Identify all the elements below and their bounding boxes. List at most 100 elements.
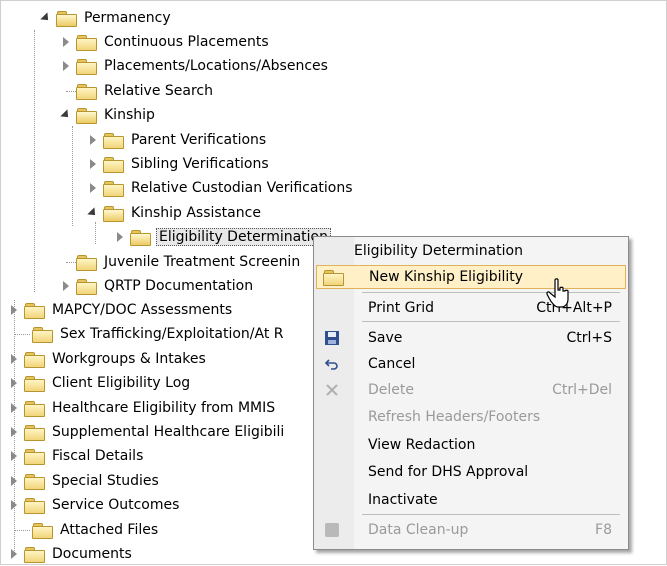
tree-node-kinship[interactable]: Kinship [60, 103, 157, 127]
menu-item-inactivate[interactable]: Inactivate [316, 488, 624, 512]
folder-icon [76, 278, 97, 295]
folder-icon [103, 156, 124, 173]
tree-node-client-eligibility-log[interactable]: Client Eligibility Log [8, 371, 192, 395]
folder-icon [76, 254, 97, 271]
folder-icon [24, 351, 45, 368]
tree-node-label: Workgroups & Intakes [52, 351, 206, 367]
menu-separator [362, 292, 620, 293]
expand-icon[interactable] [60, 30, 72, 54]
menu-item-label: Send for DHS Approval [368, 464, 529, 480]
folder-icon [103, 180, 124, 197]
menu-item-shortcut: Ctrl+Del [552, 382, 612, 398]
tree-node-fiscal-details[interactable]: Fiscal Details [8, 444, 145, 468]
tree-node-qrtp-documentation[interactable]: QRTP Documentation [60, 274, 255, 298]
tree-node-workgroups[interactable]: Workgroups & Intakes [8, 347, 208, 371]
tree-node-label: Attached Files [60, 522, 159, 538]
tree-node-permanency[interactable]: Permanency [40, 6, 173, 30]
tree-node-sibling-verifications[interactable]: Sibling Verifications [87, 152, 271, 176]
tree-node-healthcare-mmis[interactable]: Healthcare Eligibility from MMIS [8, 396, 277, 420]
tree-node-attached-files[interactable]: Attached Files [32, 518, 160, 542]
tree-node-label: Special Studies [52, 473, 159, 489]
collapse-icon[interactable] [60, 103, 72, 127]
expand-icon[interactable] [8, 396, 20, 420]
tree-node-mapcy-doc[interactable]: MAPCY/DOC Assessments [8, 298, 234, 322]
menu-item-cancel[interactable]: Cancel [316, 352, 624, 376]
expand-icon[interactable] [87, 176, 99, 200]
expand-icon[interactable] [8, 420, 20, 444]
folder-open-icon [76, 107, 97, 124]
tree-node-eligibility-determination[interactable]: Eligibility Determination [114, 225, 331, 249]
tree-node-special-studies[interactable]: Special Studies [8, 469, 161, 493]
folder-icon [76, 58, 97, 75]
menu-item-label: Delete [368, 382, 414, 398]
tree-node-supplemental-healthcare[interactable]: Supplemental Healthcare Eligibili [8, 420, 286, 444]
tree-node-label: MAPCY/DOC Assessments [52, 302, 233, 318]
tree-node-label: Permanency [84, 10, 171, 26]
tree-node-kinship-assistance[interactable]: Kinship Assistance [87, 201, 263, 225]
menu-item-label: Save [368, 330, 403, 346]
tree-connector [72, 126, 73, 226]
tree-node-label: Client Eligibility Log [52, 375, 191, 391]
menu-item-delete[interactable]: Delete Ctrl+Del [316, 378, 624, 402]
tree-node-label: Placements/Locations/Absences [104, 58, 328, 74]
expand-icon[interactable] [8, 347, 20, 371]
tree-node-sex-trafficking[interactable]: Sex Trafficking/Exploitation/At R [32, 322, 286, 346]
tree-node-juvenile-treatment[interactable]: Juvenile Treatment Screenin [60, 250, 302, 274]
tree-node-label: Juvenile Treatment Screenin [104, 254, 301, 270]
menu-item-send-dhs-approval[interactable]: Send for DHS Approval [316, 460, 624, 484]
folder-open-icon [103, 205, 124, 222]
menu-item-label: Print Grid [368, 300, 435, 316]
tree-node-label: Relative Custodian Verifications [131, 180, 353, 196]
tree-connector [14, 530, 30, 531]
folder-icon [103, 132, 124, 149]
cleanup-icon [322, 520, 342, 540]
folder-icon [76, 83, 97, 100]
tree-node-relative-search[interactable]: Relative Search [60, 79, 215, 103]
menu-title: Eligibility Determination [354, 243, 523, 259]
expand-icon[interactable] [60, 274, 72, 298]
tree-node-documents[interactable]: Documents [8, 542, 134, 566]
expand-icon[interactable] [87, 128, 99, 152]
expand-icon[interactable] [87, 152, 99, 176]
context-menu: Eligibility Determination New Kinship El… [313, 236, 629, 550]
tree-node-continuous-placements[interactable]: Continuous Placements [60, 30, 271, 54]
expand-icon[interactable] [8, 469, 20, 493]
expand-icon[interactable] [8, 298, 20, 322]
tree-node-placements[interactable]: Placements/Locations/Absences [60, 54, 330, 78]
tree-node-parent-verifications[interactable]: Parent Verifications [87, 128, 268, 152]
collapse-icon[interactable] [40, 6, 52, 30]
menu-item-refresh-headers[interactable]: Refresh Headers/Footers [316, 405, 624, 429]
expand-icon[interactable] [8, 493, 20, 517]
folder-open-icon [130, 229, 151, 246]
tree-node-label: Eligibility Determination [156, 228, 331, 246]
tree-connector [34, 30, 35, 292]
tree-connector [95, 222, 96, 244]
menu-item-save[interactable]: Save Ctrl+S [316, 326, 624, 350]
tree-node-service-outcomes[interactable]: Service Outcomes [8, 493, 181, 517]
expand-icon[interactable] [60, 54, 72, 78]
menu-item-new-kinship-eligibility[interactable]: New Kinship Eligibility [316, 265, 626, 289]
tree-node-label: Healthcare Eligibility from MMIS [52, 400, 276, 416]
folder-icon [24, 424, 45, 441]
menu-item-view-redaction[interactable]: View Redaction [316, 433, 624, 457]
menu-item-data-cleanup[interactable]: Data Clean-up F8 [316, 518, 624, 542]
tree-node-relative-custodian[interactable]: Relative Custodian Verifications [87, 176, 355, 200]
save-icon [322, 328, 342, 348]
folder-icon [32, 522, 53, 539]
collapse-icon[interactable] [87, 201, 99, 225]
expand-icon[interactable] [8, 371, 20, 395]
folder-icon [24, 546, 45, 563]
menu-item-label: Refresh Headers/Footers [368, 409, 541, 425]
mouse-cursor-icon [546, 278, 569, 308]
expand-icon[interactable] [8, 542, 20, 566]
folder-open-icon [56, 10, 77, 27]
menu-item-label: New Kinship Eligibility [369, 269, 524, 285]
expand-icon[interactable] [114, 225, 126, 249]
tree-node-label: QRTP Documentation [104, 278, 254, 294]
folder-icon [76, 34, 97, 51]
menu-item-label: Inactivate [368, 492, 438, 508]
menu-separator [362, 514, 620, 515]
expand-icon[interactable] [8, 444, 20, 468]
menu-item-print-grid[interactable]: Print Grid Ctrl+Alt+P [316, 296, 624, 320]
menu-item-shortcut: F8 [595, 522, 612, 538]
